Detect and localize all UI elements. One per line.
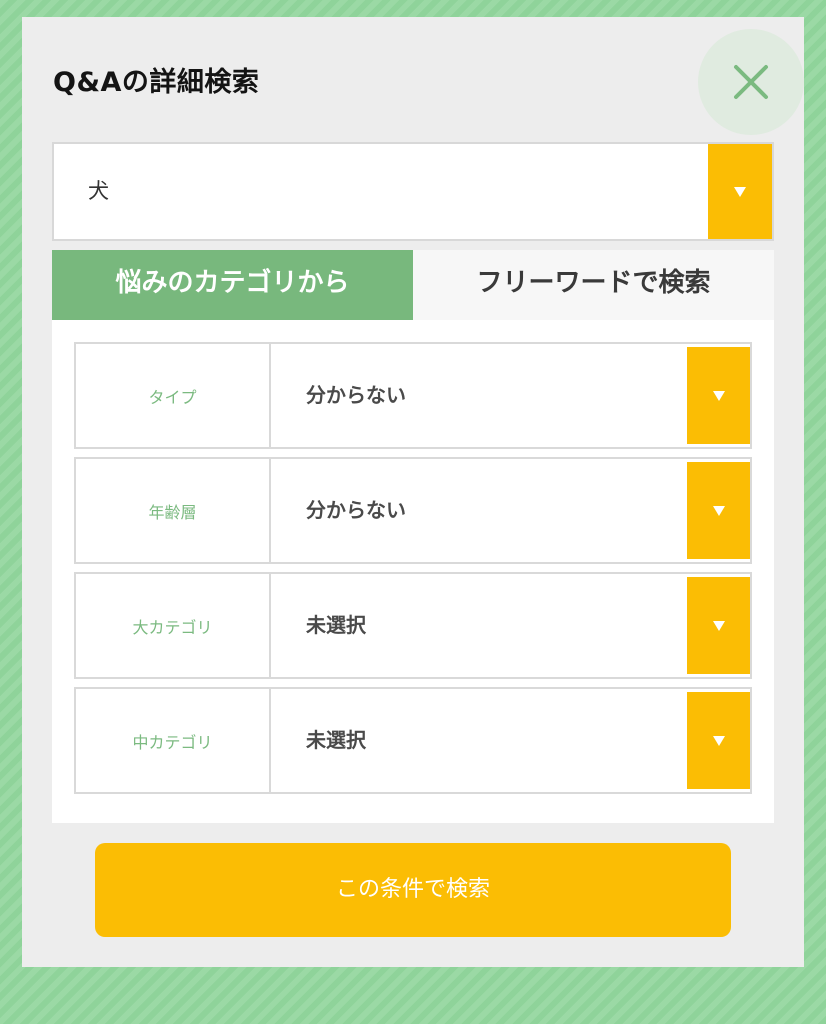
- species-select-value: 犬: [88, 179, 109, 203]
- filter-label-mid-category: 中カテゴリ: [76, 689, 271, 792]
- search-modal: Q&Aの詳細検索 犬 悩みのカテゴリから フリーワードで検索 タイプ 分からない: [22, 17, 804, 967]
- close-button[interactable]: [698, 29, 804, 135]
- filter-arrow-mid-category[interactable]: [687, 692, 750, 789]
- filter-value-type: 分からない: [306, 383, 406, 407]
- tab-category[interactable]: 悩みのカテゴリから: [52, 250, 413, 320]
- filter-row-type: タイプ 分からない: [74, 342, 752, 449]
- filter-value-major-category: 未選択: [306, 613, 366, 637]
- filter-value-age: 分からない: [306, 498, 406, 522]
- filter-row-mid-category: 中カテゴリ 未選択: [74, 687, 752, 794]
- triangle-down-icon: [712, 735, 725, 746]
- filter-select-mid-category[interactable]: 未選択: [271, 689, 750, 792]
- filter-arrow-type[interactable]: [687, 347, 750, 444]
- tab-freeword[interactable]: フリーワードで検索: [413, 250, 774, 320]
- search-tabs: 悩みのカテゴリから フリーワードで検索: [52, 250, 774, 325]
- filter-label-major-category: 大カテゴリ: [76, 574, 271, 677]
- filter-arrow-age[interactable]: [687, 462, 750, 559]
- triangle-down-icon: [734, 186, 746, 197]
- filter-select-age[interactable]: 分からない: [271, 459, 750, 562]
- triangle-down-icon: [712, 390, 725, 401]
- filter-label-age: 年齢層: [76, 459, 271, 562]
- species-select[interactable]: 犬: [52, 142, 774, 241]
- filter-select-major-category[interactable]: 未選択: [271, 574, 750, 677]
- modal-title: Q&Aの詳細検索: [53, 67, 260, 98]
- filter-row-major-category: 大カテゴリ 未選択: [74, 572, 752, 679]
- species-select-arrow[interactable]: [708, 144, 772, 239]
- close-x-icon: [734, 65, 768, 99]
- filter-select-type[interactable]: 分からない: [271, 344, 750, 447]
- filter-arrow-major-category[interactable]: [687, 577, 750, 674]
- category-panel: タイプ 分からない 年齢層 分からない 大カテゴリ 未選択 中カテゴリ 未選択: [52, 320, 774, 823]
- filter-label-type: タイプ: [76, 344, 271, 447]
- filter-value-mid-category: 未選択: [306, 728, 366, 752]
- triangle-down-icon: [712, 620, 725, 631]
- search-submit-button[interactable]: この条件で検索: [95, 843, 731, 937]
- triangle-down-icon: [712, 505, 725, 516]
- filter-row-age: 年齢層 分からない: [74, 457, 752, 564]
